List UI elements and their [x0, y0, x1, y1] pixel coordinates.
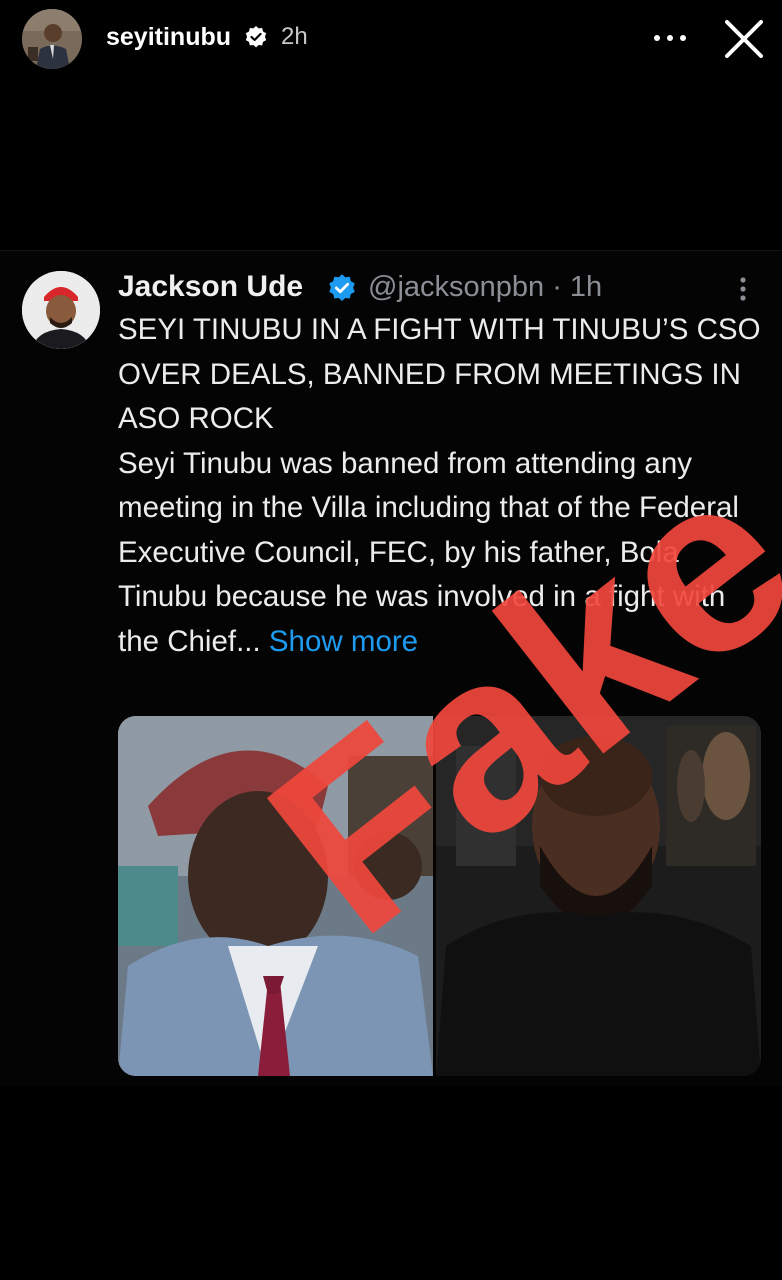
show-more-link[interactable]: Show more: [269, 625, 418, 658]
tweet-image-left[interactable]: [118, 716, 433, 1076]
tweet-text: SEYI TINUBU IN A FIGHT WITH TINUBU’S CSO…: [118, 308, 768, 664]
tweet-headline: SEYI TINUBU IN A FIGHT WITH TINUBU’S CSO…: [118, 313, 761, 435]
tweet-image-right[interactable]: [436, 716, 761, 1076]
bearded-man-photo: [436, 716, 761, 1076]
tweet-body: Seyi Tinubu was banned from attending an…: [118, 442, 768, 665]
tweet-author-name[interactable]: Jackson Ude: [118, 267, 303, 307]
profile-photo-icon: [22, 9, 82, 69]
tweet-handle-time[interactable]: @jacksonpbn · 1h: [368, 267, 602, 307]
tweet-author-avatar[interactable]: [22, 271, 100, 349]
close-x-icon[interactable]: [723, 18, 765, 60]
author-photo-icon: [22, 271, 100, 349]
ellipsis-horizontal-icon[interactable]: [650, 26, 690, 50]
tweet-body-text: Seyi Tinubu was banned from attending an…: [118, 446, 739, 658]
story-username[interactable]: seyitinubu: [106, 22, 231, 52]
story-header: seyitinubu 2h: [0, 0, 782, 80]
verified-badge-icon: [245, 26, 267, 48]
tweet-card: Jackson Ude @jacksonpbn · 1h SEYI TINUBU…: [0, 250, 782, 1086]
verified-badge-icon: [329, 274, 355, 301]
story-avatar[interactable]: [22, 9, 82, 69]
story-time: 2h: [281, 23, 308, 50]
man-in-suit-photo: [118, 716, 433, 1076]
ellipsis-vertical-icon[interactable]: [736, 275, 750, 303]
